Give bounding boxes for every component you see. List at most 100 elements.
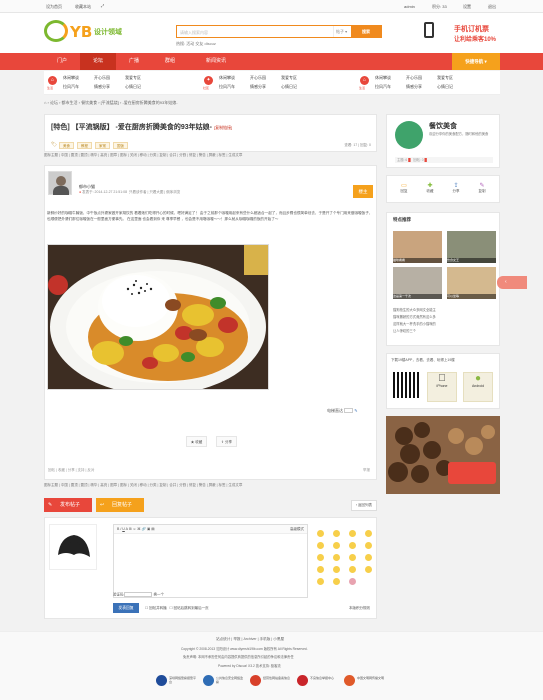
footer-link[interactable]: 手机版 — [260, 637, 271, 641]
tag[interactable]: 国饭 — [113, 142, 128, 149]
subnav-item[interactable]: 情感分享 — [250, 84, 266, 90]
report-link[interactable]: 举报 — [363, 468, 370, 473]
subnav-item[interactable]: 情感分享 — [94, 84, 110, 90]
subnav-item[interactable]: 休闲攀谈 — [219, 75, 235, 81]
subnav-item[interactable]: 拉风汽车 — [219, 84, 235, 90]
favorite-link[interactable]: 收藏本站 — [75, 4, 91, 10]
android-download[interactable]: ● Android — [463, 372, 493, 402]
tag[interactable]: 家常 — [95, 142, 110, 149]
editor-toolbar[interactable]: B I U A ⊞ ☺ ⌘ 🔗 ▣ ▤ 高级模式 — [114, 525, 307, 534]
subnav-item[interactable]: 心情日记 — [125, 84, 141, 90]
featured-thumb[interactable]: 猫咪看看 — [393, 231, 442, 263]
subnav-item[interactable]: 开心乐园 — [94, 75, 110, 81]
logo[interactable]: YB 设计领域 — [44, 20, 134, 46]
share-button[interactable]: ⇪ 分享 — [216, 436, 237, 447]
floor-jump[interactable]: 电梯直达 ✎ — [327, 408, 358, 414]
collect-action[interactable]: ✚ 收藏 — [421, 182, 439, 194]
featured-thumb[interactable]: 可以坐等 — [447, 267, 496, 299]
editor-area[interactable]: B I U A ⊞ ☺ ⌘ 🔗 ▣ ▤ 高级模式 — [113, 524, 308, 598]
copy-link[interactable]: [复制链接] — [214, 125, 232, 130]
featured-thumb[interactable]: 这是第一千次 — [393, 267, 442, 299]
repost-checkbox[interactable]: ☐ — [145, 606, 148, 610]
post-actions[interactable]: 回帖 | 收藏 | 分享 | 支持 | 反对 — [48, 468, 94, 473]
collect-button[interactable]: ★ 收藏 — [186, 436, 207, 447]
quick-nav-button[interactable]: 快捷导航 ▾ — [452, 53, 500, 70]
footer-badge[interactable]: 中国文明网传播文明 — [344, 674, 384, 690]
copy-action[interactable]: ✎ 复制 — [473, 182, 491, 194]
nav-broadcast[interactable]: 广播 — [116, 53, 152, 70]
nav-news[interactable]: 新闻资讯 — [188, 53, 244, 70]
moderation-toolbar-bottom[interactable]: 图标主题 | 中国 | 置顶 | 置顶 | 精华 | 高亮 | 图章 | 图标 … — [44, 483, 377, 492]
set-homepage-link[interactable]: 设为首页 — [46, 4, 62, 10]
new-post-tab[interactable]: ✎ 发布帖子 — [44, 498, 92, 512]
subnav-item[interactable]: 情感分享 — [406, 84, 422, 90]
points-rules-link[interactable]: 本版积分规则 — [349, 606, 370, 611]
subnav-item[interactable]: 心情日记 — [281, 84, 297, 90]
featured-thumb[interactable]: 饮食女王 — [447, 231, 496, 263]
iphone-download[interactable]: iPhone — [427, 372, 457, 402]
subnav-item[interactable]: 心情日记 — [437, 84, 453, 90]
subnav-item[interactable]: 开心乐园 — [250, 75, 266, 81]
footer-badge[interactable]: 经营性网站备案信息 — [250, 674, 290, 690]
subnav-item[interactable]: 开心乐园 — [406, 75, 422, 81]
settings-link[interactable]: 设置 — [463, 4, 471, 10]
subnav-item[interactable]: 我爱专区 — [125, 75, 141, 81]
reply-tab[interactable]: ↩ 回复帖子 — [96, 498, 144, 512]
hot-search-link[interactable]: 交友 — [195, 41, 203, 46]
footer-badge[interactable]: 深圳网络警察报警平台 — [156, 674, 196, 690]
points[interactable]: 积分: 33 — [432, 4, 447, 10]
subnav-item[interactable]: 拉风汽车 — [375, 84, 391, 90]
search-button[interactable]: 搜索 — [351, 26, 381, 37]
home-icon[interactable]: ⌂ — [44, 100, 46, 105]
footer-link[interactable]: 小黑屋 — [273, 637, 284, 641]
footer-link[interactable]: 举报 — [233, 637, 240, 641]
featured-link[interactable]: 让人惊叹的三个 — [393, 328, 436, 335]
subnav-item[interactable]: 休闲攀谈 — [63, 75, 79, 81]
jump-last-checkbox[interactable]: ☐ — [170, 606, 173, 610]
view-options[interactable]: 只看该作者 | 只看大图 | 倒序浏览 — [129, 190, 180, 194]
nav-forum[interactable]: 论坛 — [80, 53, 116, 70]
breadcrumb-item[interactable]: 论坛 — [50, 100, 58, 105]
ad-banner[interactable] — [386, 416, 500, 494]
expand-icon[interactable]: ⤢ — [101, 3, 104, 8]
footer-link[interactable]: 站点统计 — [216, 637, 230, 641]
emoji-panel[interactable] — [315, 528, 375, 588]
logout-link[interactable]: 退出 — [488, 4, 496, 10]
forum-name[interactable]: 餐饮美食 — [429, 121, 457, 131]
share-action[interactable]: ⇪ 分享 — [447, 182, 465, 194]
feedback-tab[interactable]: ‹ — [497, 276, 527, 289]
footer-badge[interactable]: 公共信息安全网络监察 — [203, 674, 243, 690]
breadcrumb-item[interactable]: [平流猛烧] — [101, 100, 119, 105]
subnav-item[interactable]: 我爱专区 — [437, 75, 453, 81]
hot-search-link[interactable]: 活动 — [186, 41, 194, 46]
footer-link[interactable]: Archiver — [243, 637, 256, 641]
reply-action[interactable]: ▭ 回复 — [395, 182, 413, 194]
subnav-item[interactable]: 休闲攀谈 — [375, 75, 391, 81]
subnav-item[interactable]: 我爱专区 — [281, 75, 297, 81]
subnav-item[interactable]: 拉风汽车 — [63, 84, 79, 90]
hot-search-link[interactable]: discuz — [205, 41, 216, 46]
breadcrumb-item[interactable]: 都市生活 — [62, 100, 78, 105]
phone-promo[interactable]: 手机订机票 让利给乘客10% — [424, 22, 502, 46]
submit-reply-button[interactable]: 发表回复 — [113, 603, 139, 613]
search-scope-select[interactable]: 帖子 ▾ — [333, 26, 351, 37]
breadcrumb-item[interactable]: 餐饮美食 — [81, 100, 97, 105]
top-bar: 设为首页 收藏本站 ⤢ admin 积分: 33 设置 退出 — [0, 0, 543, 13]
captcha-input[interactable] — [124, 592, 153, 597]
qr-code — [393, 372, 419, 398]
featured-link[interactable]: 这样就大一杯洗手的小猫咪的 — [393, 321, 436, 328]
featured-link[interactable]: 猫咪撒娇的方式竟然有这么多 — [393, 314, 436, 321]
featured-link[interactable]: 猫狗抢生的大众多网文全能主 — [393, 307, 436, 314]
nav-groups[interactable]: 群组 — [152, 53, 188, 70]
search-input[interactable]: 请输入搜索内容 — [180, 30, 208, 36]
refresh-captcha-link[interactable]: 换一个 — [153, 592, 164, 596]
tag[interactable]: 美食 — [59, 142, 74, 149]
nav-portal[interactable]: 门户 — [44, 53, 80, 70]
author-avatar[interactable] — [48, 171, 72, 195]
username[interactable]: admin — [404, 4, 415, 9]
back-to-list-button[interactable]: ‹ 返回列表 — [350, 500, 377, 511]
forum-desc: 欢迎分享你的美食配方，随时和他的美食 — [429, 132, 489, 136]
footer-badge[interactable]: 不良信息举报中心 — [297, 674, 337, 690]
moderation-toolbar[interactable]: 图标主题 | 中国 | 置顶 | 置顶 | 精华 | 高亮 | 图章 | 图标 … — [44, 153, 377, 162]
tag[interactable]: 教程 — [77, 142, 92, 149]
